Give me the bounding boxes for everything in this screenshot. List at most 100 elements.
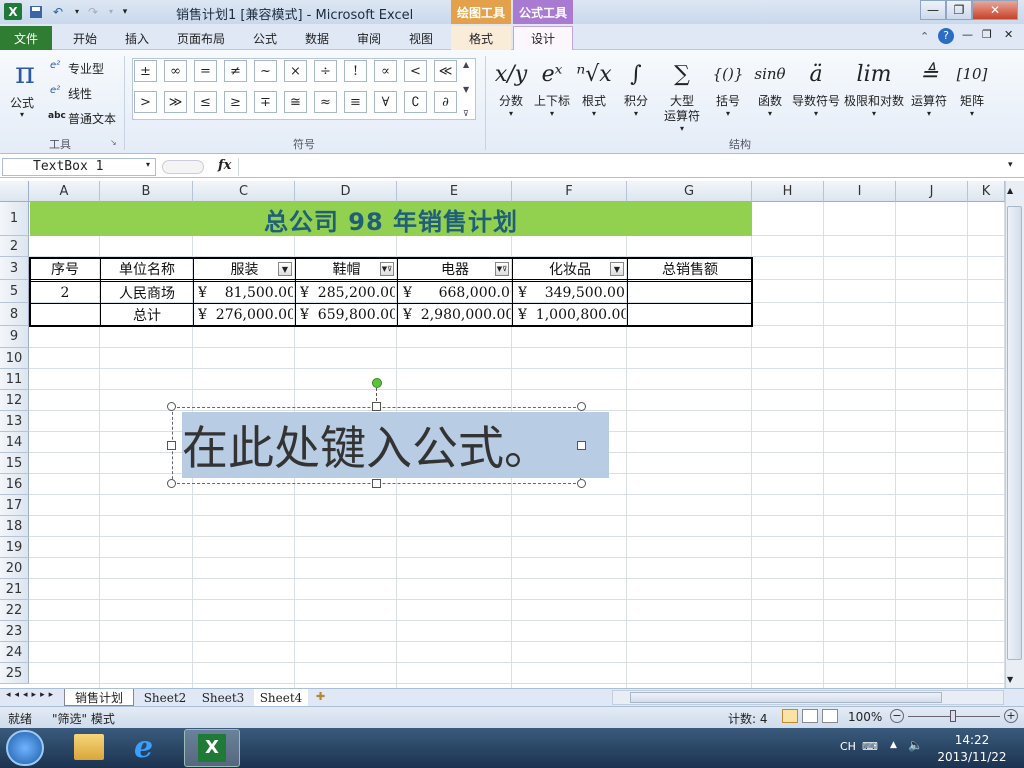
column-header[interactable]: H — [752, 181, 824, 202]
resize-handle-se[interactable] — [577, 479, 586, 488]
excel-app-icon[interactable]: X — [4, 3, 22, 20]
tab-page-layout[interactable]: 页面布局 — [168, 26, 234, 50]
row-header[interactable]: 11 — [0, 369, 29, 390]
column-header[interactable]: I — [824, 181, 896, 202]
filter-dropdown-icon[interactable]: ▼ — [278, 262, 292, 276]
tab-data[interactable]: 数据 — [294, 26, 340, 50]
resize-handle-ne[interactable] — [577, 402, 586, 411]
scroll-down-icon[interactable]: ▼ — [463, 85, 475, 94]
tools-dialog-launcher-icon[interactable]: ↘ — [110, 138, 117, 147]
scroll-up-arrow-icon[interactable]: ▲ — [1007, 186, 1013, 195]
select-all-corner[interactable] — [0, 181, 29, 202]
row-header[interactable]: 2 — [0, 236, 29, 257]
dropdown-arrow-icon[interactable]: ▾ — [927, 109, 931, 118]
insert-function-icon[interactable]: fx — [218, 158, 231, 173]
dropdown-arrow-icon[interactable]: ▾ — [592, 109, 596, 118]
scroll-up-icon[interactable]: ▲ — [463, 60, 475, 69]
resize-handle-sw[interactable] — [167, 479, 176, 488]
filter-active-icon[interactable]: ▼⊽ — [495, 262, 509, 276]
row-header[interactable]: 1 — [0, 202, 29, 236]
dropdown-arrow-icon[interactable]: ▾ — [680, 124, 684, 133]
tab-view[interactable]: 视图 — [398, 26, 444, 50]
cell-d5[interactable]: ¥ 285,200.00 — [300, 282, 395, 303]
symbol-button[interactable]: ± — [134, 60, 157, 82]
horizontal-scroll-thumb[interactable] — [630, 692, 942, 703]
sheet-tab-sheet4[interactable]: Sheet4 — [254, 689, 308, 706]
cell-e8[interactable]: ¥ 2,980,000.00 — [403, 304, 511, 326]
zoom-out-icon[interactable]: − — [890, 709, 904, 723]
restore-button[interactable]: ❐ — [946, 0, 972, 20]
dropdown-arrow-icon[interactable]: ▾ — [872, 109, 876, 118]
scroll-down-arrow-icon[interactable]: ▼ — [1007, 675, 1013, 684]
symbol-button[interactable]: ∁ — [404, 91, 427, 113]
clock-time[interactable]: 14:22 — [930, 733, 1014, 747]
symbol-button[interactable]: ≥ — [224, 91, 247, 113]
structure-button[interactable]: ≜ 运算符 ▾ — [906, 54, 952, 134]
symbol-button[interactable]: > — [134, 91, 157, 113]
cell-c5[interactable]: ¥ 81,500.00 — [198, 282, 293, 303]
sheet-tab-sheet3[interactable]: Sheet3 — [196, 689, 250, 706]
name-box-dropdown-icon[interactable]: ▾ — [146, 160, 150, 169]
formula-dropdown-icon[interactable]: ▾ — [20, 110, 24, 119]
column-header[interactable]: J — [896, 181, 968, 202]
row-header[interactable]: 16 — [0, 474, 29, 495]
volume-icon[interactable]: 🔈 — [908, 738, 923, 752]
start-button-icon[interactable] — [6, 730, 44, 766]
cell-c8[interactable]: ¥ 276,000.00 — [198, 304, 293, 326]
equation-placeholder-text[interactable]: 在此处键入公式。 — [182, 412, 550, 478]
workbook-restore-icon[interactable]: ❐ — [982, 28, 992, 41]
structure-button[interactable]: [10] 矩阵 ▾ — [950, 54, 994, 134]
formula-input[interactable] — [238, 158, 1006, 176]
customize-qat-icon[interactable]: ▾ — [116, 3, 134, 20]
cell-f5[interactable]: ¥ 349,500.00 — [518, 282, 626, 303]
cell-b8[interactable]: 总计 — [101, 304, 193, 326]
zoom-level[interactable]: 100% — [848, 710, 882, 724]
cell-a8[interactable] — [30, 304, 100, 326]
structure-button[interactable]: ⁿ√x 根式 ▾ — [572, 54, 616, 134]
header-cell-total-sales[interactable]: 总销售额 — [628, 258, 752, 279]
row-header[interactable]: 5 — [0, 280, 29, 303]
column-header[interactable]: E — [397, 181, 512, 202]
row-header[interactable]: 19 — [0, 537, 29, 558]
row-header[interactable]: 12 — [0, 390, 29, 411]
symbol-button[interactable]: ≅ — [284, 91, 307, 113]
symbol-button[interactable]: ~ — [254, 60, 277, 82]
symbol-button[interactable]: ∝ — [374, 60, 397, 82]
internet-explorer-icon[interactable]: e — [134, 730, 153, 765]
cell-f8[interactable]: ¥ 1,000,800.00 — [518, 304, 626, 326]
symbol-button[interactable]: ≤ — [194, 91, 217, 113]
clock-date[interactable]: 2013/11/22 — [930, 750, 1014, 764]
dropdown-arrow-icon[interactable]: ▾ — [814, 109, 818, 118]
symbol-button[interactable]: × — [284, 60, 307, 82]
rotate-handle[interactable] — [372, 378, 382, 388]
symbol-button[interactable]: ≠ — [224, 60, 247, 82]
column-header[interactable]: G — [627, 181, 752, 202]
sheet-tab-sales-plan[interactable]: 销售计划 — [64, 689, 134, 706]
row-header[interactable]: 20 — [0, 558, 29, 579]
row-header[interactable]: 14 — [0, 432, 29, 453]
help-icon[interactable]: ? — [938, 28, 954, 44]
column-header[interactable]: C — [193, 181, 295, 202]
tab-design[interactable]: 设计 — [513, 26, 573, 50]
symbol-button[interactable]: ≪ — [434, 60, 457, 82]
symbol-button[interactable]: = — [194, 60, 217, 82]
symbol-button[interactable]: ≡ — [344, 91, 367, 113]
save-icon[interactable] — [27, 3, 45, 20]
column-header[interactable]: F — [512, 181, 627, 202]
tab-insert[interactable]: 插入 — [114, 26, 160, 50]
row-header[interactable]: 21 — [0, 579, 29, 600]
gallery-expand-icon[interactable]: ⊽ — [463, 109, 475, 118]
sheet-title[interactable]: 总公司 98 年销售计划 — [30, 202, 752, 236]
workbook-close-icon[interactable]: ✕ — [1004, 28, 1013, 41]
tab-home[interactable]: 开始 — [62, 26, 108, 50]
dropdown-arrow-icon[interactable]: ▾ — [509, 109, 513, 118]
cell-b5[interactable]: 人民商场 — [101, 282, 193, 303]
zoom-slider-thumb[interactable] — [950, 710, 956, 722]
tab-review[interactable]: 审阅 — [346, 26, 392, 50]
structure-button[interactable]: ∑ 大型 运算符 ▾ — [650, 54, 714, 134]
column-header[interactable]: K — [968, 181, 1005, 202]
filter-active-icon[interactable]: ▼⊽ — [380, 262, 394, 276]
symbol-button[interactable]: ∂ — [434, 91, 457, 113]
workbook-minimize-icon[interactable]: — — [962, 28, 973, 41]
header-cell-unit[interactable]: 单位名称 — [101, 258, 193, 279]
